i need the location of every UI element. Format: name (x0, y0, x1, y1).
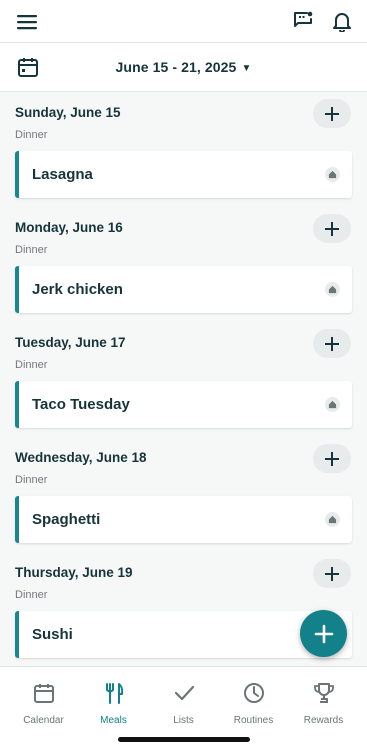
checkmark-icon (147, 681, 220, 705)
week-range-label: June 15 - 21, 2025 (115, 59, 237, 75)
plus-icon (325, 566, 339, 581)
home-indicator[interactable] (118, 737, 250, 742)
top-app-bar (0, 0, 367, 42)
meal-type-label: Dinner (15, 359, 48, 371)
day-title: Thursday, June 19 (15, 565, 133, 580)
add-meal-button[interactable] (313, 444, 351, 473)
tab-label: Routines (233, 715, 274, 726)
calendar-icon (7, 681, 80, 705)
day-title: Tuesday, June 17 (15, 335, 126, 350)
meal-name: Jerk chicken (32, 281, 123, 298)
day-section: Wednesday, June 18 Dinner Spaghetti (0, 437, 367, 552)
tab-lists[interactable]: Lists (147, 681, 220, 726)
plus-icon (325, 106, 339, 121)
meal-card[interactable]: Taco Tuesday (15, 381, 352, 428)
tab-rewards[interactable]: Rewards (287, 681, 360, 726)
day-section: Tuesday, June 17 Dinner Taco Tuesday (0, 322, 367, 437)
day-title: Monday, June 16 (15, 220, 123, 235)
meal-type-label: Dinner (15, 129, 48, 141)
week-selector-bar: June 15 - 21, 2025 ▼ (0, 42, 367, 92)
meal-name: Sushi (32, 626, 73, 643)
meal-name: Lasagna (32, 166, 93, 183)
meal-card[interactable]: Lasagna (15, 151, 352, 198)
add-meal-button[interactable] (313, 214, 351, 243)
plus-icon (325, 451, 339, 466)
meal-type-label: Dinner (15, 474, 48, 486)
meal-card[interactable]: Jerk chicken (15, 266, 352, 313)
day-section: Monday, June 16 Dinner Jerk chicken (0, 207, 367, 322)
message-alert-icon[interactable] (290, 8, 316, 34)
meal-type-label: Dinner (15, 589, 48, 601)
home-icon (325, 167, 340, 182)
plus-icon (325, 221, 339, 236)
trophy-icon (287, 681, 360, 705)
plus-icon (325, 336, 339, 351)
bell-icon[interactable] (329, 8, 355, 34)
plus-icon (314, 624, 333, 643)
add-meal-button[interactable] (313, 329, 351, 358)
tab-label: Calendar (23, 715, 64, 726)
fork-knife-icon (77, 681, 150, 705)
meal-plan-list: Sunday, June 15 Dinner Lasagna Monday, J… (0, 92, 367, 667)
home-icon (325, 397, 340, 412)
day-section: Sunday, June 15 Dinner Lasagna (0, 92, 367, 207)
tab-label: Meals (100, 715, 127, 726)
tab-routines[interactable]: Routines (217, 681, 290, 726)
week-range-selector[interactable]: June 15 - 21, 2025 ▼ (0, 59, 367, 75)
home-icon (325, 512, 340, 527)
add-meal-button[interactable] (313, 99, 351, 128)
caret-down-icon: ▼ (241, 63, 252, 74)
tab-meals[interactable]: Meals (77, 681, 150, 726)
meal-type-label: Dinner (15, 244, 48, 256)
tab-calendar[interactable]: Calendar (7, 681, 80, 726)
meal-name: Taco Tuesday (32, 396, 130, 413)
add-meal-fab[interactable] (300, 610, 347, 657)
clock-icon (217, 681, 290, 705)
day-title: Wednesday, June 18 (15, 450, 147, 465)
meal-card[interactable]: Spaghetti (15, 496, 352, 543)
hamburger-menu-icon[interactable] (15, 10, 39, 34)
add-meal-button[interactable] (313, 559, 351, 588)
meal-name: Spaghetti (32, 511, 101, 528)
home-icon (325, 282, 340, 297)
day-title: Sunday, June 15 (15, 105, 121, 120)
tab-label: Rewards (303, 715, 344, 726)
tab-label: Lists (173, 715, 194, 726)
